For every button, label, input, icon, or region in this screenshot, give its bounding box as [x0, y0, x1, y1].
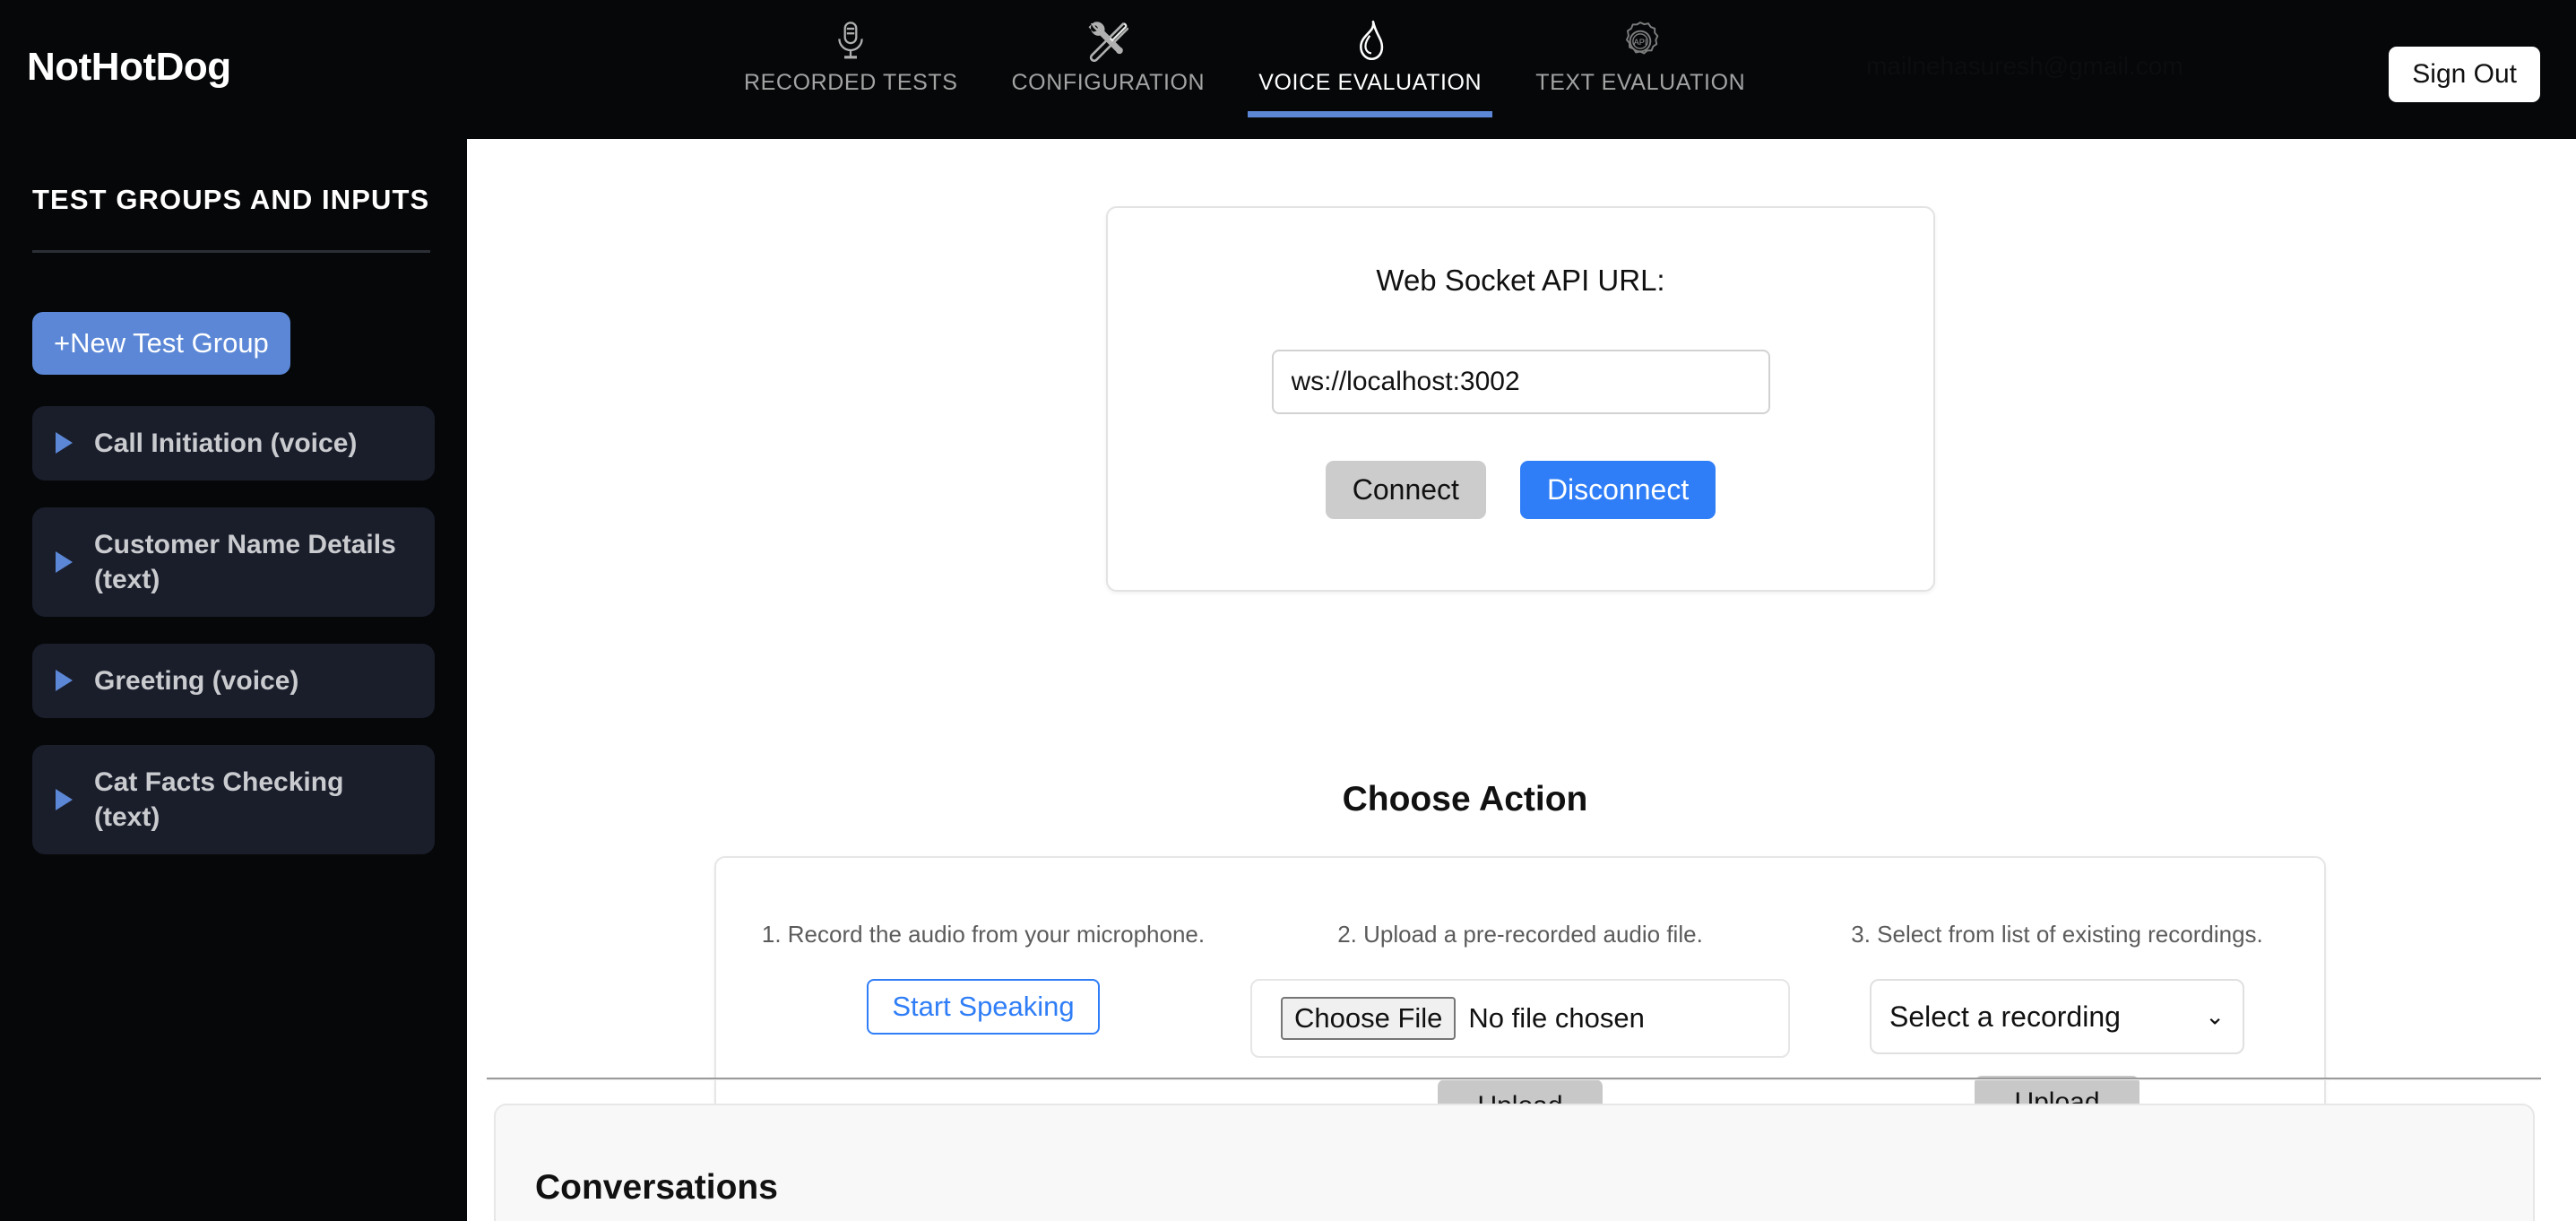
- app-header: NotHotDog RECORDED TESTS CONFIGURATION V…: [0, 0, 2576, 139]
- tab-label: VOICE EVALUATION: [1258, 70, 1482, 95]
- recording-select[interactable]: Select a recording: [1870, 979, 2244, 1054]
- tab-label: RECORDED TESTS: [744, 70, 958, 95]
- tab-configuration[interactable]: CONFIGURATION: [985, 9, 1232, 96]
- sidebar-item-greeting[interactable]: Greeting (voice): [32, 643, 435, 718]
- conversations-title: Conversations: [535, 1168, 778, 1207]
- recording-select-wrapper: Select a recording ⌄: [1870, 979, 2244, 1054]
- tools-icon: [1087, 20, 1129, 63]
- expand-caret-icon[interactable]: [56, 550, 73, 573]
- file-chosen-status: No file chosen: [1468, 1002, 1645, 1034]
- main-content: Web Socket API URL: Connect Disconnect C…: [467, 139, 2576, 1221]
- start-speaking-button[interactable]: Start Speaking: [867, 979, 1100, 1035]
- sidebar-title: TEST GROUPS AND INPUTS: [32, 184, 430, 215]
- tab-recorded-tests[interactable]: RECORDED TESTS: [717, 9, 985, 96]
- page-body: TEST GROUPS AND INPUTS +New Test Group C…: [0, 139, 2576, 1221]
- action-hint-select-recording: 3. Select from list of existing recordin…: [1851, 921, 2263, 948]
- conversations-panel: Conversations: [494, 1104, 2535, 1221]
- websocket-button-row: Connect Disconnect: [1325, 461, 1716, 519]
- sign-out-button[interactable]: Sign Out: [2389, 47, 2540, 102]
- sidebar-divider: [32, 249, 430, 253]
- disconnect-button[interactable]: Disconnect: [1519, 461, 1716, 519]
- user-email-label: mailnehasuresh@gmail.com: [1866, 52, 2183, 80]
- choose-action-heading: Choose Action: [1342, 780, 1588, 818]
- group-label: Call Initiation (voice): [94, 428, 358, 458]
- new-test-group-button[interactable]: +New Test Group: [32, 311, 290, 375]
- svg-text:API: API: [1634, 38, 1647, 47]
- action-hint-record: 1. Record the audio from your microphone…: [761, 921, 1206, 948]
- websocket-connection-card: Web Socket API URL: Connect Disconnect: [1106, 206, 1935, 592]
- api-gear-icon: API: [1620, 20, 1661, 63]
- expand-caret-icon[interactable]: [56, 670, 73, 692]
- test-group-list: Call Initiation (voice) Customer Name De…: [32, 405, 435, 854]
- tab-text-evaluation[interactable]: API TEXT EVALUATION: [1508, 9, 1772, 96]
- flame-icon: [1353, 20, 1387, 63]
- choose-file-button[interactable]: Choose File: [1281, 997, 1457, 1040]
- app-brand-logo: NotHotDog: [27, 45, 231, 89]
- websocket-url-input[interactable]: [1271, 350, 1770, 414]
- group-label: Cat Facts Checking (text): [94, 766, 344, 832]
- sidebar-item-call-initiation[interactable]: Call Initiation (voice): [32, 405, 435, 481]
- tab-active-underline: [1248, 111, 1493, 117]
- tab-label: CONFIGURATION: [1011, 70, 1206, 95]
- expand-caret-icon[interactable]: [56, 432, 73, 455]
- connect-button[interactable]: Connect: [1325, 461, 1486, 519]
- sidebar: TEST GROUPS AND INPUTS +New Test Group C…: [0, 139, 467, 1221]
- sidebar-item-customer-name-details[interactable]: Customer Name Details (text): [32, 507, 435, 617]
- file-input-box[interactable]: Choose File No file chosen: [1250, 979, 1790, 1058]
- tab-label: TEXT EVALUATION: [1535, 70, 1746, 95]
- tab-voice-evaluation[interactable]: VOICE EVALUATION: [1232, 9, 1508, 117]
- action-hint-upload: 2. Upload a pre-recorded audio file.: [1337, 921, 1703, 948]
- websocket-url-label: Web Socket API URL:: [1376, 264, 1665, 297]
- group-label: Customer Name Details (text): [94, 529, 396, 594]
- sidebar-item-cat-facts-checking[interactable]: Cat Facts Checking (text): [32, 744, 435, 854]
- microphone-icon: [832, 20, 869, 63]
- section-divider: [487, 1078, 2541, 1080]
- main-navigation: RECORDED TESTS CONFIGURATION VOICE EVALU…: [717, 9, 1772, 117]
- group-label: Greeting (voice): [94, 665, 299, 696]
- expand-caret-icon[interactable]: [56, 788, 73, 810]
